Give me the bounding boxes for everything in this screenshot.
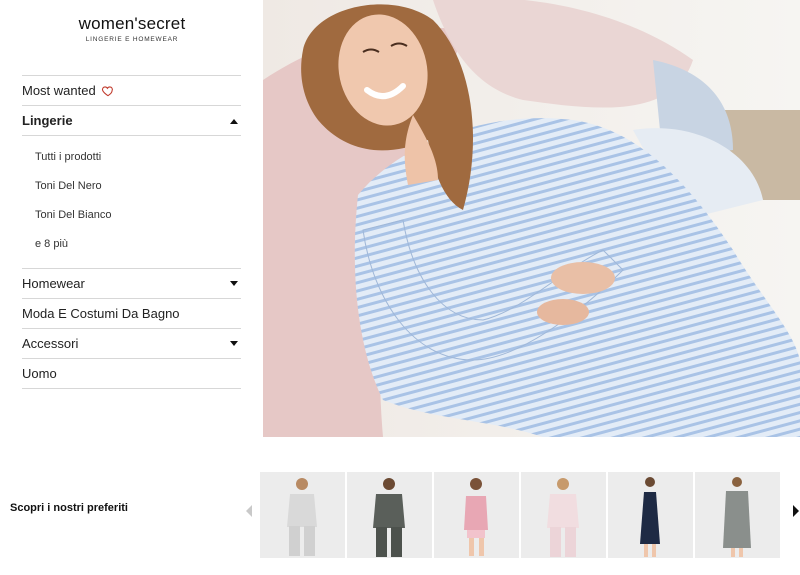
hero-image[interactable] bbox=[263, 0, 800, 437]
product-image bbox=[608, 472, 693, 558]
product-thumb-grey-pajama[interactable] bbox=[260, 472, 345, 558]
product-carousel bbox=[260, 472, 780, 558]
nav-item-most-wanted[interactable]: Most wanted bbox=[22, 76, 241, 106]
product-thumb-dark-grey-set[interactable] bbox=[347, 472, 432, 558]
chevron-up-icon bbox=[230, 118, 238, 124]
nav-item-label: Most wanted bbox=[22, 83, 96, 98]
hero-illustration bbox=[263, 0, 800, 437]
nav-item-label: Lingerie bbox=[22, 113, 73, 128]
submenu-item-tutti[interactable]: Tutti i prodotti bbox=[22, 142, 241, 171]
lingerie-submenu: Tutti i prodotti Toni Del Nero Toni Del … bbox=[22, 136, 241, 269]
brand-name: women'secret bbox=[78, 14, 186, 33]
submenu-item-toni-nero[interactable]: Toni Del Nero bbox=[22, 171, 241, 200]
nav-item-label: Moda E Costumi Da Bagno bbox=[22, 306, 180, 321]
nav-item-moda[interactable]: Moda E Costumi Da Bagno bbox=[22, 299, 241, 329]
nav-item-label: Uomo bbox=[22, 366, 57, 381]
product-thumb-navy-slip[interactable] bbox=[608, 472, 693, 558]
nav-item-lingerie[interactable]: Lingerie bbox=[22, 106, 241, 136]
heart-icon bbox=[101, 85, 113, 96]
nav-item-label: Accessori bbox=[22, 336, 79, 351]
category-nav: Most wanted Lingerie Tutti i prodotti To… bbox=[22, 75, 241, 389]
chevron-down-icon bbox=[230, 340, 238, 346]
nav-item-label: Homewear bbox=[22, 276, 85, 291]
product-image bbox=[434, 472, 519, 558]
nav-item-homewear[interactable]: Homewear bbox=[22, 269, 241, 299]
product-thumb-grey-robe[interactable] bbox=[695, 472, 780, 558]
product-thumb-pink-camisole[interactable] bbox=[434, 472, 519, 558]
product-image bbox=[521, 472, 606, 558]
product-image bbox=[347, 472, 432, 558]
submenu-item-more[interactable]: e 8 più bbox=[22, 229, 241, 258]
nav-item-accessori[interactable]: Accessori bbox=[22, 329, 241, 359]
submenu-item-toni-bianco[interactable]: Toni Del Bianco bbox=[22, 200, 241, 229]
product-image bbox=[260, 472, 345, 558]
chevron-right-icon[interactable] bbox=[792, 505, 800, 517]
chevron-down-icon bbox=[230, 280, 238, 286]
carousel-title: Scopri i nostri preferiti bbox=[10, 502, 128, 514]
product-image bbox=[695, 472, 780, 558]
brand-logo[interactable]: women'secret LINGERIE E HOMEWEAR bbox=[22, 14, 242, 43]
brand-tagline: LINGERIE E HOMEWEAR bbox=[85, 36, 179, 43]
product-thumb-pale-pink-set[interactable] bbox=[521, 472, 606, 558]
nav-item-uomo[interactable]: Uomo bbox=[22, 359, 241, 389]
chevron-left-icon[interactable] bbox=[245, 505, 253, 517]
